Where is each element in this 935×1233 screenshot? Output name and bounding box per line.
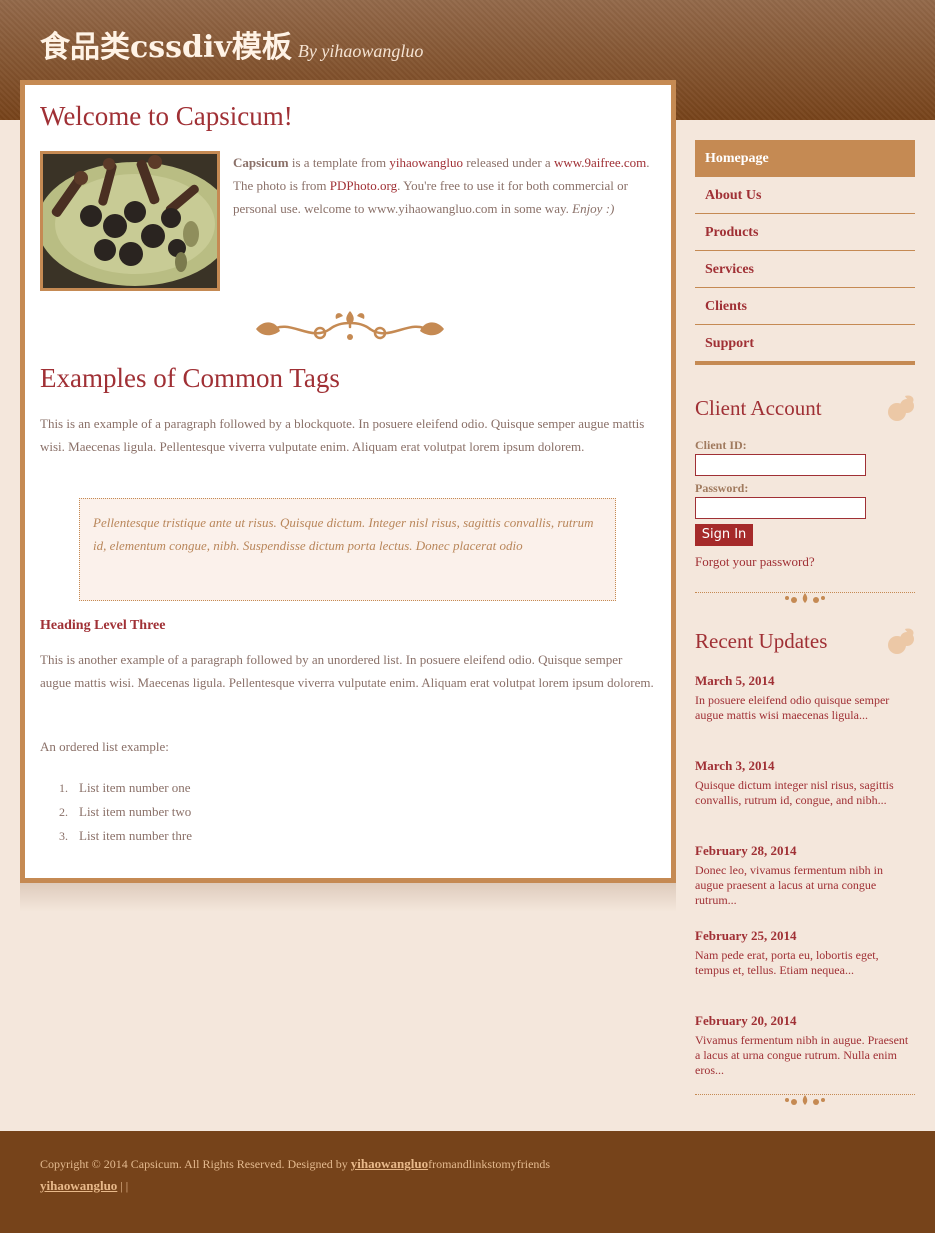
ordered-list: 1. List item number one 2. List item numbe… bbox=[59, 776, 192, 848]
footer-designer-link[interactable]: yihaowangluo bbox=[351, 1156, 428, 1171]
intro-link-license[interactable]: www.9aifree.com bbox=[554, 155, 646, 170]
site-title-text: 食品类cssdiv模板 bbox=[40, 30, 292, 65]
flourish-ornament-icon bbox=[256, 311, 444, 340]
password-input[interactable] bbox=[695, 497, 866, 519]
footer-separators: | | bbox=[117, 1179, 129, 1193]
intro-link-author[interactable]: yihaowangluo bbox=[389, 155, 463, 170]
nav-item-about-us[interactable]: About Us bbox=[695, 177, 915, 214]
footer-link[interactable]: yihaowangluo bbox=[40, 1178, 117, 1193]
list-number: 2. bbox=[59, 805, 68, 819]
site-title[interactable]: 食品类cssdiv模板 By yihaowangluo bbox=[40, 22, 423, 66]
client-account-title: Client Account bbox=[695, 396, 822, 420]
update-text: Nam pede erat, porta eu, lobortis eget, … bbox=[695, 948, 879, 977]
nav-item-homepage[interactable]: Homepage bbox=[695, 140, 915, 177]
paragraph-1: This is an example of a paragraph follow… bbox=[40, 416, 645, 454]
nav-item-services[interactable]: Services bbox=[695, 251, 915, 288]
list-item-label: List item number thre bbox=[79, 828, 193, 843]
nav-item-support[interactable]: Support bbox=[695, 325, 915, 365]
update-text: Quisque dictum integer nisl risus, sagit… bbox=[695, 778, 894, 807]
divider-ornament-icon bbox=[785, 1095, 825, 1105]
footer-text: Copyright © 2014 Capsicum. All Rights Re… bbox=[40, 1153, 910, 1197]
fruit-icon bbox=[888, 395, 914, 421]
brand-name: Capsicum bbox=[233, 155, 289, 170]
footer-friends-text: fromandlinkstomyfriends bbox=[428, 1157, 551, 1171]
sign-in-button[interactable]: Sign In bbox=[695, 524, 753, 546]
client-id-input[interactable] bbox=[695, 454, 866, 476]
intro-text-2: released under a bbox=[463, 155, 554, 170]
password-label: Password: bbox=[695, 481, 749, 495]
update-date[interactable]: February 20, 2014 bbox=[695, 1013, 796, 1029]
site-footer: Copyright © 2014 Capsicum. All Rights Re… bbox=[0, 1131, 935, 1233]
site-byline: By yihaowangluo bbox=[297, 41, 424, 61]
blockquote: Pellentesque tristique ante ut risus. Qu… bbox=[79, 498, 616, 601]
divider-ornament-icon bbox=[785, 593, 825, 603]
update-date[interactable]: February 25, 2014 bbox=[695, 928, 796, 944]
sidebar-nav: Homepage About Us Products Services Clie… bbox=[695, 140, 915, 365]
examples-title: Examples of Common Tags bbox=[40, 363, 340, 393]
intro-paragraph: Capsicum is a template from yihaowangluo… bbox=[233, 151, 658, 220]
list-item-label: List item number two bbox=[79, 804, 192, 819]
intro-text-1: is a template from bbox=[288, 155, 390, 170]
paragraph-2: This is another example of a paragraph f… bbox=[40, 652, 654, 690]
client-id-label: Client ID: bbox=[695, 438, 747, 452]
cloves-photo bbox=[40, 151, 220, 291]
update-date[interactable]: February 28, 2014 bbox=[695, 843, 796, 859]
nav-item-clients[interactable]: Clients bbox=[695, 288, 915, 325]
welcome-title: Welcome to Capsicum! bbox=[40, 101, 293, 131]
update-date[interactable]: March 3, 2014 bbox=[695, 758, 775, 774]
ordered-intro: An ordered list example: bbox=[40, 739, 169, 754]
update-text: Donec leo, vivamus fermentum nibh in aug… bbox=[695, 863, 883, 907]
list-item: 1. List item number one bbox=[59, 776, 192, 800]
update-text: Vivamus fermentum nibh in augue. Praesen… bbox=[695, 1033, 909, 1077]
intro-link-photo[interactable]: PDPhoto.org bbox=[330, 178, 397, 193]
main-content: Welcome to Capsicum! Capsicum is a templ… bbox=[20, 80, 676, 883]
photo-image bbox=[43, 154, 217, 288]
list-item: 3. List item number thre bbox=[59, 824, 192, 848]
list-number: 1. bbox=[59, 781, 68, 795]
copyright-text: Copyright © 2014 Capsicum. All Rights Re… bbox=[40, 1157, 351, 1171]
intro-enjoy: Enjoy :) bbox=[572, 201, 615, 216]
forgot-password-link[interactable]: Forgot your password? bbox=[695, 554, 815, 570]
list-item-label: List item number one bbox=[79, 780, 191, 795]
update-date[interactable]: March 5, 2014 bbox=[695, 673, 775, 689]
recent-updates-title: Recent Updates bbox=[695, 629, 828, 653]
fruit-icon bbox=[888, 628, 914, 654]
content-shadow bbox=[20, 882, 676, 912]
list-number: 3. bbox=[59, 829, 68, 843]
nav-item-products[interactable]: Products bbox=[695, 214, 915, 251]
update-text: In posuere eleifend odio quisque semper … bbox=[695, 693, 890, 722]
list-item: 2. List item number two bbox=[59, 800, 192, 824]
heading-level-three: Heading Level Three bbox=[40, 618, 166, 633]
